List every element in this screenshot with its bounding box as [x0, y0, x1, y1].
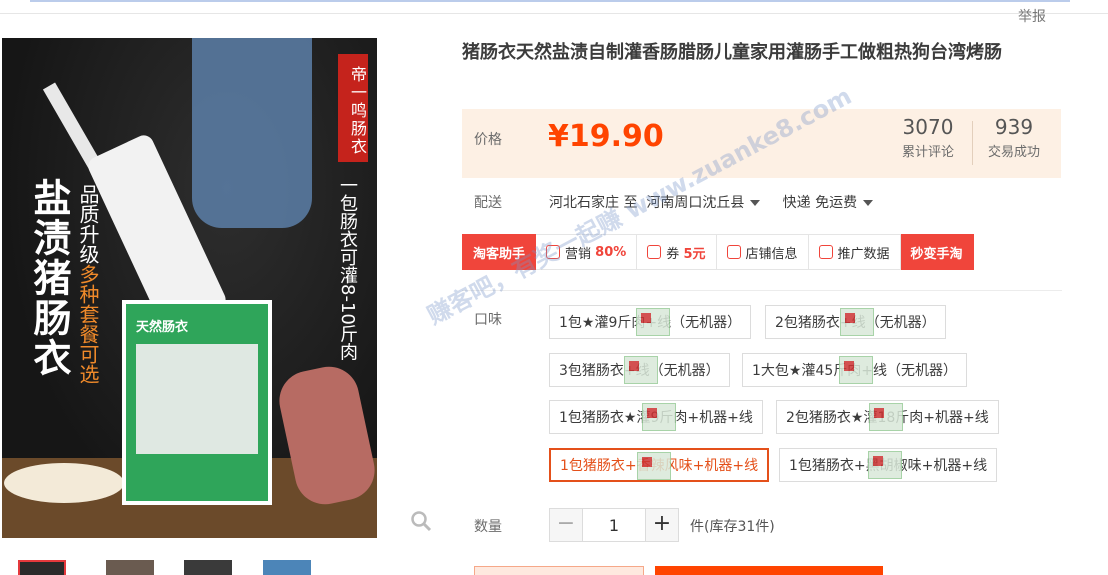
thumbnail[interactable]	[184, 560, 232, 575]
sales-stat: 939 交易成功	[988, 115, 1041, 160]
buy-now-button[interactable]	[474, 566, 644, 575]
thumbnail[interactable]	[263, 560, 311, 575]
quantity-input[interactable]	[583, 508, 645, 542]
option-item[interactable]: 1包★灌9斤肉+线（无机器）	[549, 305, 752, 339]
coupon-button[interactable]: 券 5元	[637, 234, 717, 270]
option-item[interactable]: 2包猪肠衣+线（无机器）	[765, 305, 946, 339]
package-image: 天然肠衣	[122, 300, 272, 505]
shop-info-button[interactable]: 店铺信息	[716, 234, 809, 270]
flavor-label: 口味	[474, 312, 502, 328]
thumbnail[interactable]	[18, 560, 66, 575]
option-item[interactable]: 1包猪肠衣★灌9斤肉+机器+线	[549, 400, 763, 434]
report-link[interactable]: 举报	[1018, 6, 1046, 26]
price-value: ¥19.90	[548, 119, 664, 154]
main-product-image[interactable]: 天然肠衣 帝一鸣肠衣 盐渍猪肠衣 品质升级多种套餐可选 一包肠衣可灌8-10斤肉	[2, 38, 377, 538]
shipping-row: 河北石家庄 至 河南周口沈丘县 快递 免运费	[549, 192, 874, 212]
quantity-label: 数量	[474, 519, 502, 535]
reviews-stat[interactable]: 3070 累计评论	[902, 115, 954, 160]
quantity-decrease-button[interactable]: −	[549, 508, 583, 542]
product-page: 举报 天然肠衣 帝一鸣肠衣 盐渍猪肠衣 品质升级多种套餐可选 一包肠衣可灌8-1…	[0, 0, 1108, 575]
gift-icon	[546, 245, 561, 259]
destination-dropdown[interactable]: 河南周口沈丘县	[646, 195, 761, 211]
option-item[interactable]: 1包猪肠衣+黑胡椒味+机器+线	[779, 448, 998, 482]
zoom-icon[interactable]	[410, 510, 432, 532]
option-item[interactable]: 3包猪肠衣+线（无机器）	[549, 353, 730, 387]
shipping-label: 配送	[474, 195, 502, 211]
price-panel: 价格 ¥19.90 3070 累计评论 939 交易成功	[462, 109, 1061, 178]
plate-image	[4, 463, 124, 503]
brand-label: 帝一鸣肠衣	[338, 54, 368, 162]
stock-text: 件(库存31件)	[690, 519, 775, 535]
chevron-down-icon	[863, 200, 874, 206]
image-capacity-text: 一包肠衣可灌8-10斤肉	[337, 176, 358, 361]
coupon-icon	[647, 245, 662, 259]
shipping-method-dropdown[interactable]: 快递 免运费	[783, 195, 874, 211]
option-item-selected[interactable]: 1包猪肠衣+香辣风味+机器+线	[549, 448, 770, 482]
quantity-increase-button[interactable]: +	[645, 508, 679, 542]
switch-mobile-button[interactable]: 秒变手淘	[900, 234, 974, 270]
product-title: 猪肠衣天然盐渍自制灌香肠腊肠儿童家用灌肠手工做粗热狗台湾烤肠	[462, 42, 1002, 63]
shop-icon	[726, 245, 741, 259]
option-item[interactable]: 2包猪肠衣★灌18斤肉+机器+线	[776, 400, 999, 434]
plugin-toolbar: 淘客助手 营销 80% 券 5元 店铺信息 推广数据 秒变手淘	[462, 234, 974, 270]
option-item[interactable]: 1大包★灌45斤肉+线（无机器）	[742, 353, 968, 387]
thumbnail[interactable]	[106, 560, 154, 575]
taoke-assistant-button[interactable]: 淘客助手	[462, 234, 537, 270]
add-to-cart-button[interactable]	[655, 566, 883, 575]
bar-chart-icon	[818, 245, 833, 259]
chevron-down-icon	[750, 200, 761, 206]
image-headline: 盐渍猪肠衣	[27, 178, 71, 378]
marketing-button[interactable]: 营销 80%	[536, 234, 638, 270]
top-bar	[0, 0, 1108, 14]
ship-from: 河北石家庄	[549, 195, 619, 211]
promo-data-button[interactable]: 推广数据	[808, 234, 901, 270]
image-subline: 品质升级多种套餐可选	[76, 184, 100, 384]
price-label: 价格	[474, 132, 502, 148]
